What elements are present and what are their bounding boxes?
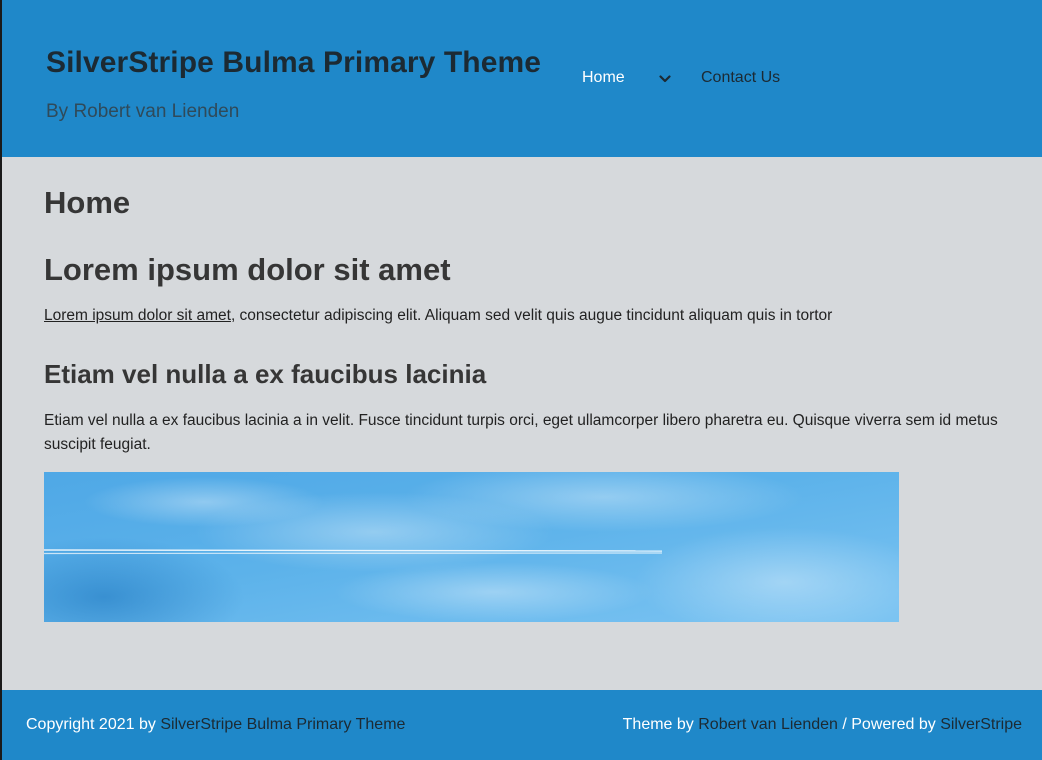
section-heading-lorem: Lorem ipsum dolor sit amet	[44, 252, 451, 287]
footer-author-link[interactable]: Robert van Lienden	[698, 716, 838, 733]
theme-by-text: Theme by	[622, 716, 699, 733]
site-footer: Copyright 2021 by SilverStripe Bulma Pri…	[2, 690, 1042, 760]
sky-contrail-image	[44, 472, 899, 622]
section-heading-etiam: Etiam vel nulla a ex faucibus lacinia	[44, 359, 487, 389]
site-title[interactable]: SilverStripe Bulma Primary Theme	[46, 46, 541, 80]
lorem-link[interactable]: Lorem ipsum dolor sit amet	[44, 307, 231, 324]
paragraph-etiam: Etiam vel nulla a ex faucibus lacinia a …	[44, 412, 998, 453]
footer-site-link[interactable]: SilverStripe Bulma Primary Theme	[160, 716, 405, 733]
site-header: SilverStripe Bulma Primary Theme By Robe…	[2, 0, 1042, 157]
page-title: Home	[44, 185, 131, 220]
footer-silverstripe-link[interactable]: SilverStripe	[940, 716, 1022, 733]
paragraph-lorem-text: , consectetur adipiscing elit. Aliquam s…	[230, 307, 833, 324]
powered-by-text: / Powered by	[837, 716, 941, 733]
paragraph-lorem: Lorem ipsum dolor sit amet, consectetur …	[44, 307, 832, 325]
copyright-text: Copyright 2021 by	[26, 716, 161, 733]
page-frame: SilverStripe Bulma Primary Theme By Robe…	[2, 0, 1042, 760]
nav-item-home[interactable]: Home	[582, 69, 625, 87]
site-subtitle: By Robert van Lienden	[46, 101, 240, 122]
footer-copyright: Copyright 2021 by SilverStripe Bulma Pri…	[26, 716, 405, 734]
nav-item-contact-us[interactable]: Contact Us	[701, 69, 780, 87]
main-content: Home Lorem ipsum dolor sit amet Lorem ip…	[2, 157, 1042, 690]
chevron-down-icon[interactable]	[656, 70, 674, 88]
footer-credits: Theme by Robert van Lienden / Powered by…	[623, 716, 1022, 734]
